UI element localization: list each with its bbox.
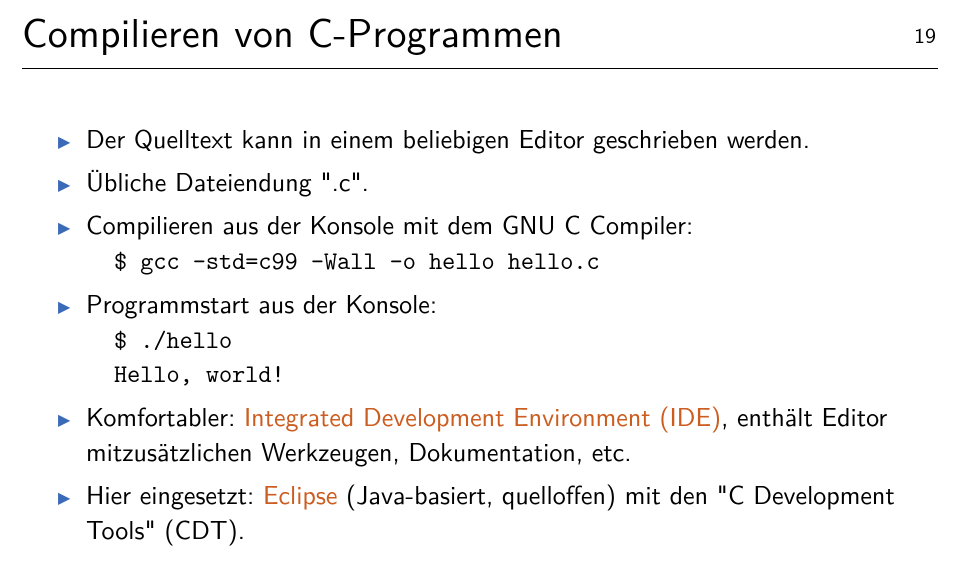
triangle-bullet-icon: ▶ xyxy=(58,176,70,192)
list-item: ▶ Compilieren aus der Konsole mit dem GN… xyxy=(58,207,920,278)
item-text: Übliche Dateiendung ".c". xyxy=(86,162,369,200)
triangle-bullet-icon: ▶ xyxy=(58,219,70,235)
triangle-bullet-icon: ▶ xyxy=(58,489,70,505)
item-accent: Integrated Development Environment (IDE) xyxy=(244,397,721,435)
triangle-bullet-icon: ▶ xyxy=(58,133,70,149)
list-item: ▶ Übliche Dateiendung ".c". xyxy=(58,164,920,199)
item-text: Programmstart aus der Konsole: xyxy=(86,284,437,322)
item-text: Compilieren aus der Konsole mit dem GNU … xyxy=(86,205,693,243)
item-prefix: Komfortabler: xyxy=(86,397,244,435)
page-number: 19 xyxy=(914,18,936,50)
item-prefix: Hier eingesetzt: xyxy=(86,475,263,513)
code-line: $ gcc -std=c99 -Wall -o hello hello.c xyxy=(86,244,920,278)
slide-content: ▶ Der Quelltext kann in einem beliebigen… xyxy=(0,69,960,547)
triangle-bullet-icon: ▶ xyxy=(58,411,70,427)
slide: Compilieren von C-Programmen 19 ▶ Der Qu… xyxy=(0,0,960,574)
item-text: Der Quelltext kann in einem beliebigen E… xyxy=(86,119,810,157)
list-item: ▶ Programmstart aus der Konsole: $ ./hel… xyxy=(58,286,920,391)
slide-title: Compilieren von C-Programmen xyxy=(22,0,563,60)
item-accent: Eclipse xyxy=(263,475,337,513)
list-item: ▶ Komfortabler: Integrated Development E… xyxy=(58,399,920,469)
slide-header: Compilieren von C-Programmen 19 xyxy=(0,0,960,64)
triangle-bullet-icon: ▶ xyxy=(58,298,70,314)
list-item: ▶ Hier eingesetzt: Eclipse (Java-basiert… xyxy=(58,477,920,547)
code-block: $ ./hello Hello, world! xyxy=(86,323,920,391)
list-item: ▶ Der Quelltext kann in einem beliebigen… xyxy=(58,121,920,156)
